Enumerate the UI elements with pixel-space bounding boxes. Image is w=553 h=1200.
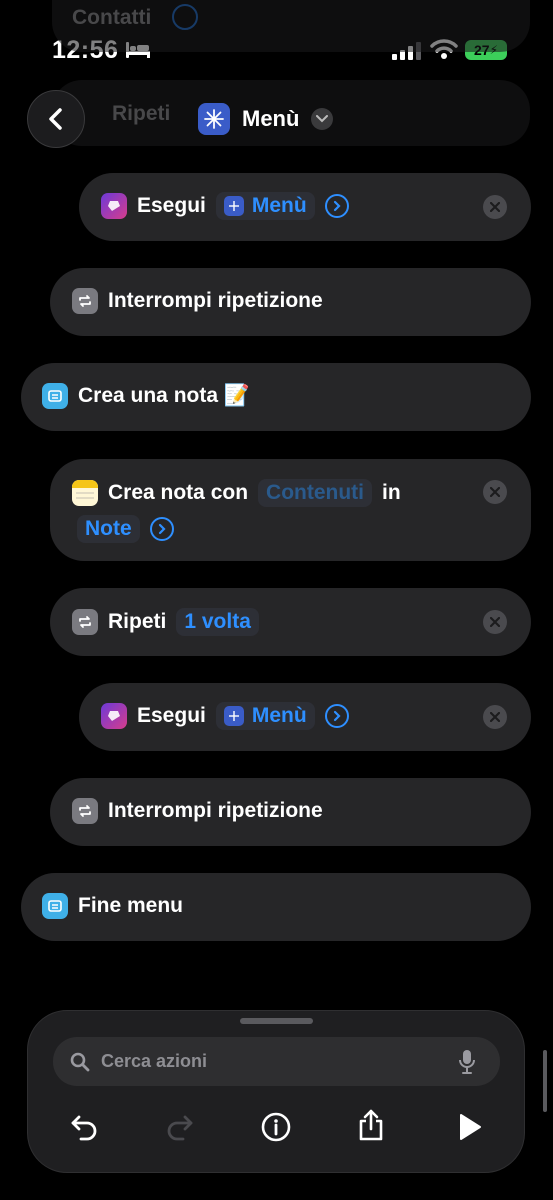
action-verb: Crea nota con xyxy=(108,481,249,504)
remove-action-button[interactable] xyxy=(483,480,507,504)
search-icon xyxy=(70,1052,90,1072)
ghost-arrow-icon xyxy=(172,4,198,30)
action-connector: in xyxy=(382,481,401,504)
shortcut-token[interactable]: Menù xyxy=(215,702,315,730)
back-button[interactable] xyxy=(27,90,85,148)
shortcuts-app-icon xyxy=(101,193,127,219)
action-stop-repeat-content: Interrompi ripetizione xyxy=(72,288,323,314)
action-label: Interrompi ripetizione xyxy=(108,799,323,822)
run-button[interactable] xyxy=(449,1107,489,1147)
scrollbar[interactable] xyxy=(543,1050,547,1112)
chevron-right-circle-icon[interactable] xyxy=(324,194,349,218)
info-icon xyxy=(261,1112,291,1142)
action-end-menu-content: Fine menu xyxy=(42,893,183,919)
ghost-row-repeat-label: Ripeti xyxy=(112,102,171,125)
microphone-icon[interactable] xyxy=(457,1049,477,1075)
undo-button[interactable] xyxy=(64,1107,104,1147)
contents-token[interactable]: Contenuti xyxy=(258,479,373,507)
info-button[interactable] xyxy=(256,1107,296,1147)
search-placeholder: Cerca azioni xyxy=(101,1051,208,1071)
close-icon xyxy=(490,617,500,627)
chevron-left-icon xyxy=(49,108,62,130)
shortcut-token-label: Menù xyxy=(251,194,307,217)
redo-button[interactable] xyxy=(160,1107,200,1147)
action-run-shortcut-content: Esegui Menù xyxy=(101,702,349,730)
share-icon xyxy=(359,1109,383,1141)
shortcut-token-label: Menù xyxy=(251,704,307,727)
shortcut-token[interactable]: Menù xyxy=(215,192,315,220)
remove-action-button[interactable] xyxy=(483,705,507,729)
snowflake-icon xyxy=(223,196,244,216)
close-icon xyxy=(490,487,500,497)
share-button[interactable] xyxy=(351,1105,391,1145)
repeat-icon xyxy=(72,288,98,314)
close-icon xyxy=(490,712,500,722)
ghost-row-contacts-label: Contatti xyxy=(72,6,152,29)
undo-icon xyxy=(71,1115,97,1141)
actions-panel xyxy=(27,1010,525,1173)
redo-icon xyxy=(167,1115,193,1141)
panel-grabber[interactable] xyxy=(240,1018,313,1024)
remove-action-button[interactable] xyxy=(483,610,507,634)
action-create-note[interactable] xyxy=(50,459,531,561)
action-verb: Esegui xyxy=(137,194,206,217)
page-title: Menù xyxy=(242,106,300,131)
action-verb: Esegui xyxy=(137,704,206,727)
action-verb: Ripeti xyxy=(108,610,167,633)
chevron-right-circle-icon[interactable] xyxy=(149,517,174,541)
snowflake-icon xyxy=(223,706,244,726)
repeat-icon xyxy=(72,798,98,824)
remove-action-button[interactable] xyxy=(483,195,507,219)
menu-item-label: Crea una nota 📝 xyxy=(78,384,251,407)
folder-token[interactable]: Note xyxy=(77,515,140,543)
menu-icon xyxy=(42,893,68,919)
shortcut-title-button[interactable]: Menù xyxy=(198,103,334,135)
action-label: Fine menu xyxy=(78,894,184,917)
chevron-right-circle-icon[interactable] xyxy=(324,704,349,728)
action-create-note-line2: Note xyxy=(77,515,174,543)
action-stop-repeat-content: Interrompi ripetizione xyxy=(72,798,323,824)
snowflake-icon xyxy=(198,103,230,135)
action-label: Interrompi ripetizione xyxy=(108,289,323,312)
action-create-note-line1: Crea nota con Contenuti in xyxy=(72,479,401,507)
close-icon xyxy=(490,202,500,212)
menu-icon xyxy=(42,383,68,409)
menu-item-create-note-content: Crea una nota 📝 xyxy=(42,383,250,409)
shortcuts-app-icon xyxy=(101,703,127,729)
repeat-count-token[interactable]: 1 volta xyxy=(176,608,259,636)
action-repeat-content: Ripeti 1 volta xyxy=(72,608,259,636)
play-icon xyxy=(460,1114,481,1140)
repeat-icon xyxy=(72,609,98,635)
chevron-down-icon xyxy=(311,108,334,130)
notes-app-icon xyxy=(72,480,98,506)
action-run-shortcut-content: Esegui Menù xyxy=(101,192,349,220)
